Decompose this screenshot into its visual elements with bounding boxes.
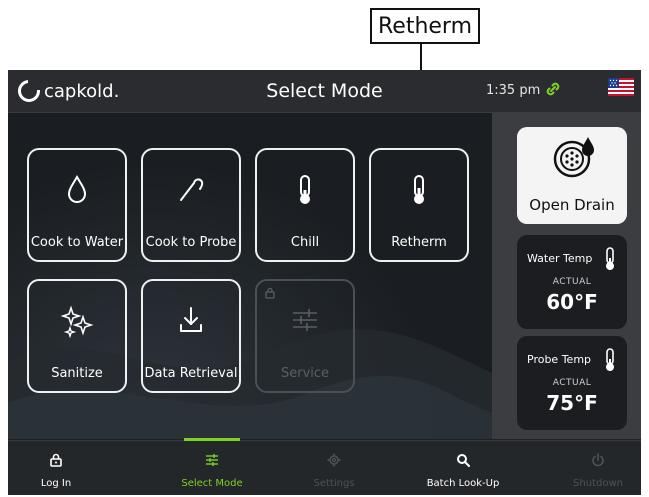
droplet-icon bbox=[67, 174, 87, 203]
active-indicator bbox=[184, 438, 240, 441]
thermometer-icon bbox=[414, 175, 424, 204]
retherm-callout: Retherm bbox=[370, 8, 480, 44]
thermometer-icon bbox=[606, 348, 614, 371]
water-temp-card: Water Temp ACTUAL 60°F bbox=[517, 235, 627, 329]
power-icon bbox=[592, 453, 604, 467]
nav-label: Select Mode bbox=[181, 478, 243, 489]
sliders-icon bbox=[293, 309, 317, 331]
water-temp-caption: ACTUAL bbox=[552, 277, 592, 287]
nav-label: Batch Look-Up bbox=[426, 478, 500, 489]
mode-tile-cook-to-water[interactable]: Cook to Water bbox=[27, 148, 127, 262]
sparkle-icon bbox=[60, 305, 94, 339]
mode-tile-cook-to-probe[interactable]: Cook to Probe bbox=[141, 148, 241, 262]
nav-select-mode[interactable]: Select Mode bbox=[167, 438, 257, 495]
tile-label: Data Retrieval bbox=[144, 366, 238, 381]
mode-tile-chill[interactable]: Chill bbox=[255, 148, 355, 262]
probe-temp-value: 75°F bbox=[546, 391, 598, 415]
probe-icon bbox=[180, 178, 204, 201]
tile-label: Sanitize bbox=[51, 366, 103, 381]
bottom-nav: Log In Select Mode Settings Batch Look-U… bbox=[8, 438, 641, 495]
probe-temp-card: Probe Temp ACTUAL 75°F bbox=[517, 336, 627, 430]
nav-batch-look-up[interactable]: Batch Look-Up bbox=[418, 441, 508, 495]
mode-tile-sanitize[interactable]: Sanitize bbox=[27, 279, 127, 393]
nav-label: Log In bbox=[40, 478, 72, 489]
mode-grid-area: Cook to Water Cook to Probe Chill Rether… bbox=[8, 113, 492, 439]
drain-label: Open Drain bbox=[529, 196, 615, 214]
nav-shutdown: Shutdown bbox=[553, 441, 641, 495]
gear-icon bbox=[327, 453, 341, 467]
sliders-icon bbox=[206, 454, 218, 466]
callout-label: Retherm bbox=[377, 13, 473, 39]
tile-label: Retherm bbox=[391, 235, 447, 250]
lock-icon bbox=[50, 453, 62, 467]
water-temp-label: Water Temp bbox=[527, 252, 593, 265]
top-bar: capkold. Select Mode 1:35 pm bbox=[8, 70, 641, 113]
search-icon bbox=[457, 454, 470, 467]
clock: 1:35 pm bbox=[486, 83, 541, 98]
nav-label: Settings bbox=[313, 478, 355, 489]
tile-label: Cook to Probe bbox=[145, 235, 237, 250]
link-icon bbox=[546, 82, 560, 96]
nav-settings: Settings bbox=[289, 441, 379, 495]
thermometer-icon bbox=[606, 247, 614, 270]
mode-tile-service: Service bbox=[255, 279, 355, 393]
lock-icon bbox=[265, 287, 275, 299]
mode-tile-data-retrieval[interactable]: Data Retrieval bbox=[141, 279, 241, 393]
tile-label: Chill bbox=[290, 235, 320, 250]
nav-log-in[interactable]: Log In bbox=[11, 441, 101, 495]
probe-temp-caption: ACTUAL bbox=[552, 378, 592, 388]
nav-label: Shutdown bbox=[573, 478, 623, 489]
open-drain-button[interactable]: Open Drain bbox=[517, 127, 627, 224]
device-screen: capkold. Select Mode 1:35 pm Cook to Wat… bbox=[8, 70, 641, 495]
thermometer-low-icon bbox=[300, 175, 310, 204]
drain-icon bbox=[553, 137, 594, 178]
water-temp-value: 60°F bbox=[546, 290, 598, 314]
status-panel: Open Drain Water Temp ACTUAL 60°F Probe … bbox=[492, 113, 641, 439]
mode-tile-retherm[interactable]: Retherm bbox=[369, 148, 469, 262]
download-icon bbox=[180, 307, 202, 332]
us-flag-icon[interactable] bbox=[608, 78, 634, 96]
probe-temp-label: Probe Temp bbox=[527, 353, 592, 366]
tile-label: Cook to Water bbox=[30, 235, 124, 250]
tile-label: Service bbox=[280, 366, 330, 381]
